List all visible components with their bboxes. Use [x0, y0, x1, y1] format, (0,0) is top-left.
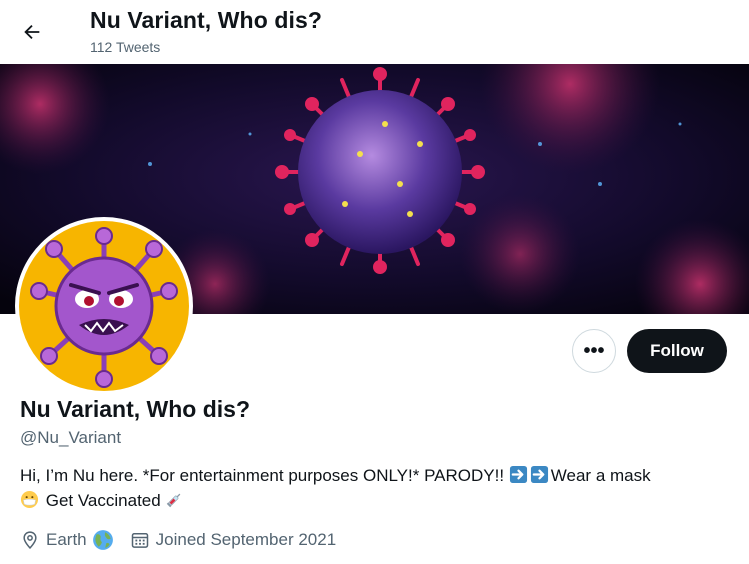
avatar-image — [19, 221, 189, 391]
arrow-left-icon — [24, 24, 40, 40]
tweet-count: 112 Tweets — [90, 39, 161, 55]
location-pin-icon — [23, 531, 37, 549]
profile-header: Nu Variant, Who dis? 112 Tweets — [0, 0, 749, 64]
follow-button[interactable]: Follow — [627, 329, 727, 373]
location: Earth — [20, 529, 114, 551]
arrow-right-emoji — [530, 465, 548, 484]
bio-text-3: Get Vaccinated — [41, 491, 166, 510]
calendar-icon — [131, 533, 148, 548]
join-date-text: Joined September 2021 — [155, 530, 337, 549]
bio: Hi, I’m Nu here. *For entertainment purp… — [20, 463, 735, 513]
bio-text-1: Hi, I’m Nu here. *For entertainment purp… — [20, 466, 509, 485]
back-button[interactable] — [14, 14, 50, 50]
join-date: Joined September 2021 — [130, 530, 337, 550]
location-text: Earth — [46, 530, 87, 549]
arrow-right-emoji — [509, 465, 527, 484]
avatar[interactable] — [15, 217, 193, 395]
display-name: Nu Variant, Who dis? — [20, 396, 251, 422]
face-with-mask-emoji — [20, 490, 39, 509]
handle: @Nu_Variant — [20, 428, 122, 447]
globe-emoji — [92, 530, 113, 550]
header-title: Nu Variant, Who dis? — [90, 7, 323, 33]
profile-meta: Earth Joined September 2021 — [20, 529, 352, 551]
bio-text-2: Wear a mask — [550, 466, 651, 485]
more-options-button[interactable]: ••• — [572, 329, 616, 373]
syringe-emoji — [167, 493, 181, 508]
